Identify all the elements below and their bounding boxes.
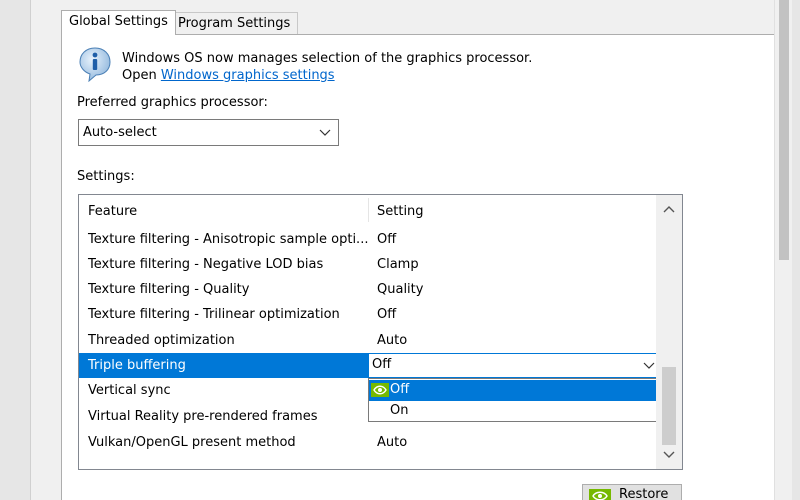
feature-name: Texture filtering - Trilinear optimizati… [88, 307, 340, 322]
windows-graphics-settings-link[interactable]: Windows graphics settings [161, 68, 335, 83]
feature-name: Threaded optimization [88, 333, 235, 348]
feature-name: Texture filtering - Quality [88, 282, 250, 297]
feature-name: Vertical sync [88, 383, 171, 398]
scroll-down-icon[interactable] [656, 443, 682, 465]
window-scrollbar[interactable] [774, 0, 792, 500]
nvidia-logo-icon [589, 489, 611, 500]
table-row[interactable]: Vulkan/OpenGL present method Auto [79, 430, 656, 455]
restore-button[interactable]: Restore [582, 484, 682, 500]
list-scrollbar[interactable] [656, 195, 682, 469]
settings-label: Settings: [77, 169, 135, 184]
info-icon [79, 47, 111, 82]
nvidia-logo-icon [371, 383, 389, 397]
triple-buffering-value: Off [372, 357, 392, 372]
feature-name: Texture filtering - Anisotropic sample o… [88, 232, 369, 247]
feature-value: Auto [377, 333, 408, 348]
column-divider[interactable] [368, 198, 369, 222]
feature-value: Clamp [377, 257, 419, 272]
window-scroll-thumb[interactable] [779, 0, 789, 260]
preferred-gpu-value: Auto-select [83, 125, 157, 140]
preferred-gpu-label: Preferred graphics processor: [77, 95, 268, 110]
restore-label: Restore [619, 487, 669, 500]
info-line-1: Windows OS now manages selection of the … [122, 51, 533, 66]
dropdown-option-label: On [390, 403, 409, 418]
info-line-2-prefix: Open [122, 68, 161, 83]
dropdown-option-on[interactable]: On [369, 401, 660, 422]
triple-buffering-dropdown: Off On [368, 378, 661, 422]
feature-name: Texture filtering - Negative LOD bias [88, 257, 324, 272]
table-row[interactable]: Threaded optimization Auto [79, 328, 656, 353]
feature-value: Auto [377, 435, 408, 450]
settings-list[interactable]: Feature Setting Texture filtering - Anis… [78, 194, 683, 470]
table-row-selected[interactable]: Triple buffering [79, 353, 368, 378]
column-header-feature[interactable]: Feature [88, 199, 137, 224]
tab-global-settings[interactable]: Global Settings [61, 10, 176, 35]
feature-value: Off [377, 307, 397, 322]
dropdown-option-off[interactable]: Off [369, 380, 660, 401]
scroll-thumb[interactable] [662, 367, 676, 445]
column-header-setting[interactable]: Setting [377, 199, 424, 224]
feature-name: Vulkan/OpenGL present method [88, 435, 296, 450]
scroll-up-icon[interactable] [656, 199, 682, 221]
info-message: Windows OS now manages selection of the … [122, 50, 532, 84]
table-row[interactable]: Texture filtering - Trilinear optimizati… [79, 302, 656, 327]
chevron-down-icon[interactable] [642, 354, 656, 377]
table-row[interactable]: Texture filtering - Negative LOD bias Cl… [79, 252, 656, 277]
feature-value: Off [377, 232, 397, 247]
tab-program-settings[interactable]: Program Settings [170, 12, 299, 36]
feature-name: Virtual Reality pre-rendered frames [88, 409, 318, 424]
table-row[interactable]: Texture filtering - Anisotropic sample o… [79, 227, 656, 252]
feature-value: Quality [377, 282, 424, 297]
triple-buffering-select[interactable]: Off [368, 353, 661, 378]
feature-name: Triple buffering [88, 358, 186, 373]
chevron-down-icon [319, 129, 331, 136]
dropdown-option-label: Off [390, 382, 410, 397]
preferred-gpu-select[interactable]: Auto-select [78, 119, 339, 146]
table-row[interactable]: Texture filtering - Quality Quality [79, 277, 656, 302]
